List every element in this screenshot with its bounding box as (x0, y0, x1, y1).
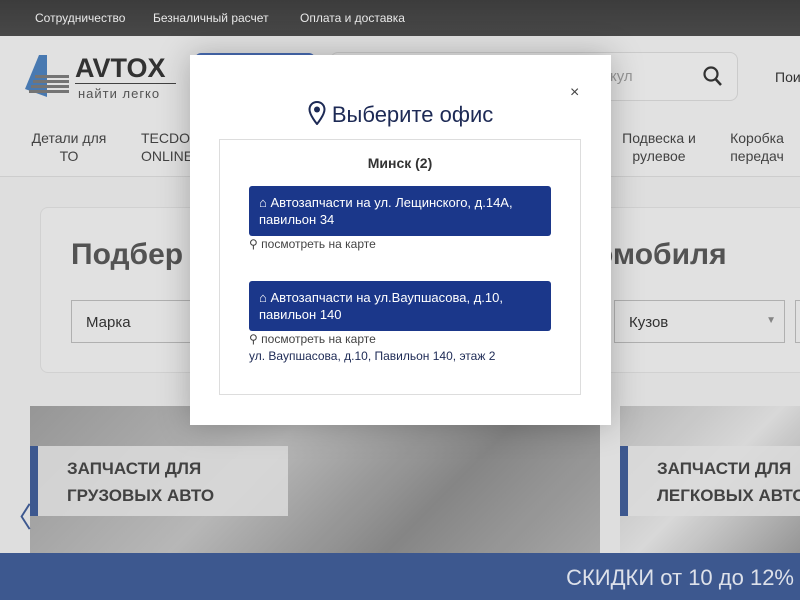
modal-title-text: Выберите офис (331, 102, 494, 127)
office-address: ул. Ваупшасова, д.10, Павильон 140, этаж… (249, 349, 496, 363)
office-button-vaupshasova[interactable]: ⌂ Автозапчасти на ул.Ваупшасова, д.10, п… (249, 281, 551, 331)
close-icon[interactable]: × (570, 84, 579, 102)
home-icon: ⌂ (259, 290, 267, 305)
map-pin-icon (308, 100, 326, 126)
office-name: Автозапчасти на ул.Ваупшасова, д.10, пав… (259, 290, 503, 322)
city-heading: Минск (2) (367, 155, 433, 171)
home-icon: ⌂ (259, 195, 267, 210)
pin-icon: ⚲ (249, 237, 258, 251)
office-button-leshchinskogo[interactable]: ⌂ Автозапчасти на ул. Лещинского, д.14А,… (249, 186, 551, 236)
map-link-text: посмотреть на карте (261, 237, 376, 251)
map-link[interactable]: ⚲ посмотреть на карте (249, 332, 376, 346)
modal-title: Выберите офис (190, 100, 611, 128)
office-name: Автозапчасти на ул. Лещинского, д.14А, п… (259, 195, 513, 227)
map-link-text: посмотреть на карте (261, 332, 376, 346)
map-link[interactable]: ⚲ посмотреть на карте (249, 237, 376, 251)
pin-icon: ⚲ (249, 332, 258, 346)
